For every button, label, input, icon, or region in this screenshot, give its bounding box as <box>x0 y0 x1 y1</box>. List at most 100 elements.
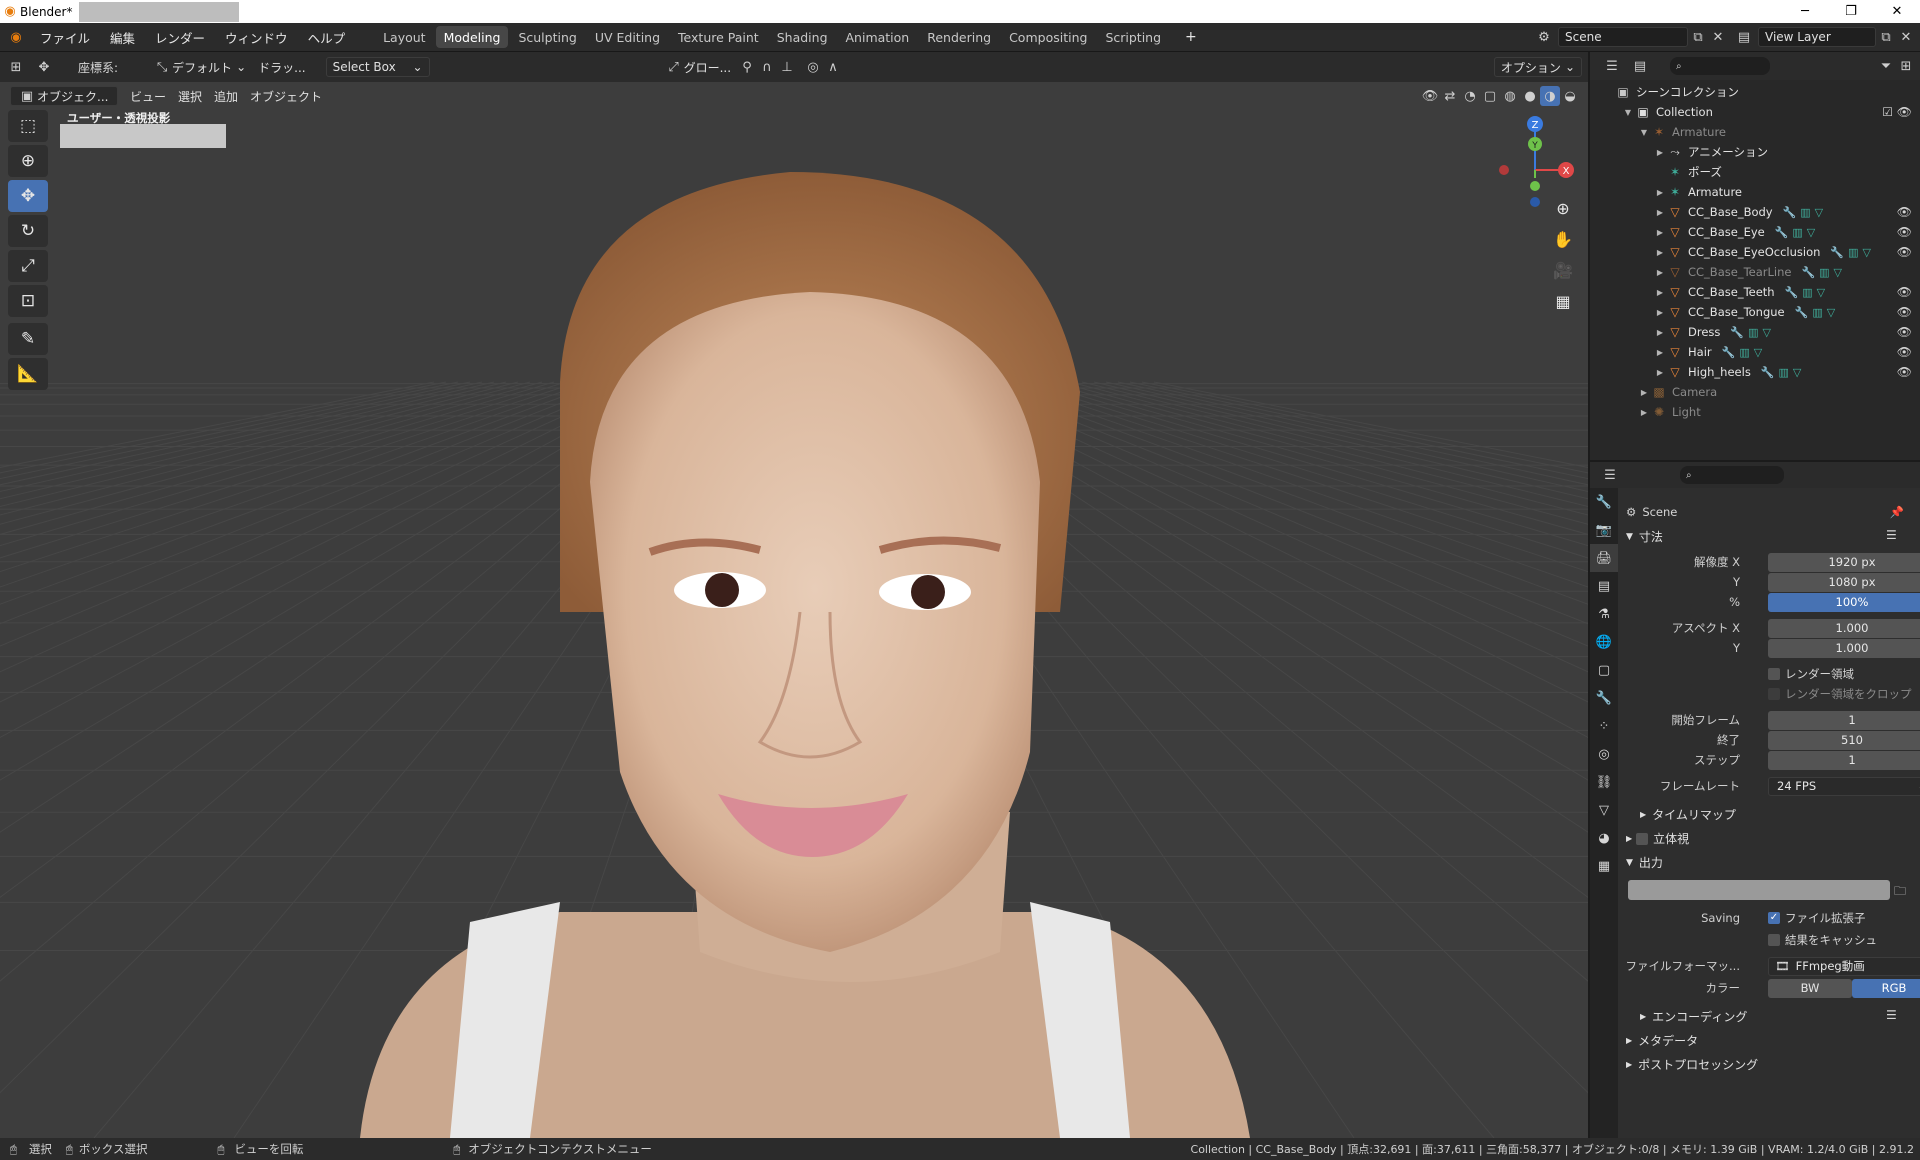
options-dropdown[interactable]: オプション ⌄ <box>1493 57 1582 77</box>
character-model[interactable] <box>360 172 1250 1138</box>
visibility-eye-icon[interactable]: 👁 <box>1897 345 1912 359</box>
proportional-edit-icon[interactable]: ◎ <box>803 57 823 77</box>
outliner-row[interactable]: ▶ ✶ Armature <box>1590 182 1920 202</box>
outliner-row[interactable]: ▶ ✺ Light <box>1590 402 1920 422</box>
xray-icon[interactable]: ▢ <box>1480 86 1500 106</box>
select-mode-dropdown[interactable]: Select Box ⌄ <box>325 57 430 77</box>
metadata-section-header[interactable]: ▶ メタデータ <box>1626 1032 1698 1049</box>
texture-tab-icon[interactable]: ▦ <box>1590 852 1618 880</box>
menu-2[interactable]: レンダー <box>145 26 215 48</box>
editor-type-icon[interactable]: ⊞ <box>6 57 26 77</box>
wireframe-shading-icon[interactable]: ◍ <box>1500 86 1520 106</box>
new-view-layer-icon[interactable]: ⧉ <box>1876 27 1896 47</box>
visibility-eye-icon[interactable]: 👁 <box>1897 305 1912 319</box>
workspace-tab-animation[interactable]: Animation <box>838 26 918 48</box>
add-workspace-button[interactable]: + <box>1175 26 1207 48</box>
menu-3[interactable]: ウィンドウ <box>215 26 298 48</box>
expand-toggle-icon[interactable]: ▶ <box>1654 368 1666 377</box>
res-x-field[interactable]: 1920 px <box>1768 552 1920 572</box>
object-tab-icon[interactable]: ▢ <box>1590 656 1618 684</box>
expand-toggle-icon[interactable]: ▶ <box>1654 148 1666 157</box>
visibility-eye-icon[interactable]: 👁 <box>1897 225 1912 239</box>
workspace-tab-shading[interactable]: Shading <box>769 26 836 48</box>
move-tool-icon[interactable]: ✥ <box>8 180 48 212</box>
workspace-tab-sculpting[interactable]: Sculpting <box>510 26 584 48</box>
delete-view-layer-icon[interactable]: ✕ <box>1896 27 1916 47</box>
new-collection-icon[interactable]: ⊞ <box>1896 56 1916 76</box>
cursor-tool-icon[interactable]: ⊕ <box>8 145 48 177</box>
scale-tool-icon[interactable]: ⤢ <box>8 250 48 282</box>
workspace-tab-texture-paint[interactable]: Texture Paint <box>670 26 767 48</box>
outliner-row[interactable]: ▶ ▽ CC_Base_Tongue 🔧▥▽ 👁 <box>1590 302 1920 322</box>
color-bw-button[interactable]: BW <box>1768 978 1852 998</box>
expand-toggle-icon[interactable]: ▶ <box>1654 248 1666 257</box>
viewport-menu-2[interactable]: 追加 <box>208 86 244 106</box>
folder-icon[interactable]: 🗀 <box>1894 882 1906 903</box>
minimize-button[interactable]: ─ <box>1782 0 1828 23</box>
expand-toggle-icon[interactable]: ▶ <box>1654 288 1666 297</box>
color-rgb-button[interactable]: RGB <box>1852 978 1920 998</box>
viewport-menu-3[interactable]: オブジェクト <box>244 86 328 106</box>
transform-move-icon[interactable]: ✥ <box>34 57 54 77</box>
outliner-row[interactable]: ▶ ▽ CC_Base_TearLine 🔧▥▽ <box>1590 262 1920 282</box>
file-format-dropdown[interactable]: 🎞 FFmpeg動画 ⌄ <box>1768 956 1920 976</box>
cache-result-checkbox[interactable]: 結果をキャッシュ <box>1768 930 1920 950</box>
tool-tab-icon[interactable]: 🔧 <box>1590 488 1618 516</box>
snap-magnet-icon[interactable]: ∩ <box>757 57 777 77</box>
file-ext-checkbox[interactable]: ✓ ファイル拡張子 <box>1768 910 1866 926</box>
camera-view-icon[interactable]: 🎥 <box>1550 257 1576 283</box>
editor-type-icon[interactable]: ☰ <box>1602 56 1622 76</box>
output-section-header[interactable]: ▼ 出力 <box>1626 854 1663 871</box>
filter-icon[interactable]: ⏷ <box>1876 56 1896 76</box>
viewport-menu-0[interactable]: ビュー <box>124 86 172 106</box>
snap-increment-icon[interactable]: ⊥ <box>777 57 797 77</box>
falloff-icon[interactable]: ∧ <box>823 57 843 77</box>
overlay-icon[interactable]: ◔ <box>1460 86 1480 106</box>
workspace-tab-rendering[interactable]: Rendering <box>919 26 999 48</box>
pivot-dropdown[interactable]: ⤢ グロー... <box>658 57 737 77</box>
frame-end-field[interactable]: 510 <box>1768 730 1920 750</box>
delete-scene-icon[interactable]: ✕ <box>1708 27 1728 47</box>
data-tab-icon[interactable]: ▽ <box>1590 796 1618 824</box>
workspace-tab-scripting[interactable]: Scripting <box>1097 26 1169 48</box>
rendered-shading-icon[interactable]: ◒ <box>1560 86 1580 106</box>
outliner-row[interactable]: ▶ ▽ CC_Base_Teeth 🔧▥▽ 👁 <box>1590 282 1920 302</box>
visibility-eye-icon[interactable]: 👁 <box>1897 245 1912 259</box>
outliner-row[interactable]: ▶ ▽ CC_Base_EyeOcclusion 🔧▥▽ 👁 <box>1590 242 1920 262</box>
outliner-row[interactable]: ▼ ✶ Armature <box>1590 122 1920 142</box>
frame-step-field[interactable]: 1 <box>1768 750 1920 770</box>
gizmo-toggle-icon[interactable]: ⇄ <box>1440 86 1460 106</box>
dimensions-section-header[interactable]: ▼ 寸法 <box>1626 528 1663 545</box>
visibility-eye-icon[interactable]: 👁 <box>1897 285 1912 299</box>
outliner-row[interactable]: ✶ ポーズ <box>1590 162 1920 182</box>
modifier-tab-icon[interactable]: 🔧 <box>1590 684 1618 712</box>
outliner-row[interactable]: ▶ ▽ Dress 🔧▥▽ 👁 <box>1590 322 1920 342</box>
crop-region-checkbox[interactable]: レンダー領域をクロップ <box>1768 684 1920 704</box>
stereo-check[interactable] <box>1636 832 1649 845</box>
workspace-tab-layout[interactable]: Layout <box>375 26 434 48</box>
viewport-menu-1[interactable]: 選択 <box>172 86 208 106</box>
expand-toggle-icon[interactable]: ▶ <box>1654 228 1666 237</box>
expand-toggle-icon[interactable]: ▼ <box>1622 108 1634 117</box>
menu-1[interactable]: 編集 <box>100 26 145 48</box>
render-region-checkbox[interactable]: レンダー領域 <box>1768 664 1920 684</box>
framerate-dropdown[interactable]: 24 FPS ⌄ <box>1768 776 1920 796</box>
expand-toggle-icon[interactable]: ▶ <box>1654 308 1666 317</box>
frame-start-field[interactable]: 1 <box>1768 710 1920 730</box>
output-tab-icon[interactable]: 🖨 <box>1590 544 1618 572</box>
visibility-icon[interactable]: 👁 <box>1420 86 1440 106</box>
res-y-field[interactable]: 1080 px <box>1768 572 1920 592</box>
view-layer-field[interactable]: View Layer <box>1758 27 1876 47</box>
rotate-tool-icon[interactable]: ↻ <box>8 215 48 247</box>
visibility-eye-icon[interactable]: 👁 <box>1897 325 1912 339</box>
outliner-scene-collection[interactable]: ▣ シーンコレクション <box>1590 82 1920 102</box>
constraints-tab-icon[interactable]: ⛓ <box>1590 768 1618 796</box>
collection-visibility-icon[interactable]: ☑ 👁 <box>1882 105 1912 119</box>
output-path-field[interactable] <box>1628 880 1890 900</box>
pan-hand-icon[interactable]: ✋ <box>1550 226 1576 252</box>
workspace-tab-compositing[interactable]: Compositing <box>1001 26 1095 48</box>
blender-menu-icon[interactable]: ◉ <box>6 27 26 47</box>
stereo-section-header[interactable]: ▶ 立体視 <box>1626 830 1689 847</box>
outliner-row[interactable]: ▶ ▽ High_heels 🔧▥▽ 👁 <box>1590 362 1920 382</box>
new-scene-icon[interactable]: ⧉ <box>1688 27 1708 47</box>
